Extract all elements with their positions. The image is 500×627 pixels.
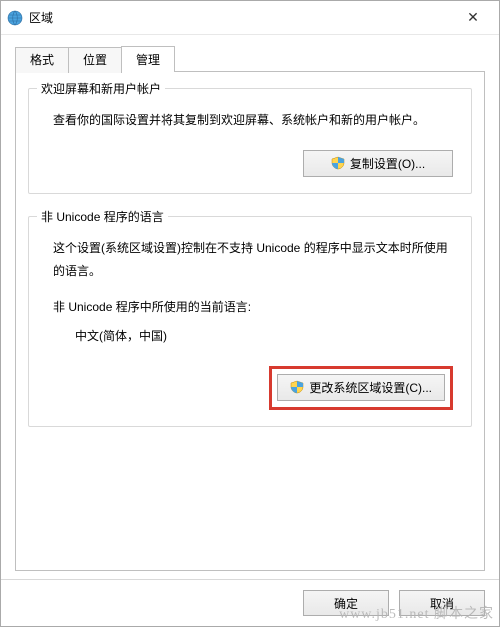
close-button[interactable]: ✕ [453, 4, 493, 32]
tab-location-label: 位置 [83, 53, 107, 67]
close-icon: ✕ [467, 9, 479, 26]
titlebar: 区域 ✕ [1, 1, 499, 35]
globe-icon [7, 10, 23, 26]
copy-settings-label: 复制设置(O)... [350, 155, 425, 172]
group-welcome: 欢迎屏幕和新用户帐户 查看你的国际设置并将其复制到欢迎屏幕、系统帐户和新的用户帐… [28, 88, 472, 194]
tabstrip: 格式 位置 管理 [15, 45, 485, 71]
ok-label: 确定 [334, 595, 358, 612]
group-nonunicode-body: 这个设置(系统区域设置)控制在不支持 Unicode 的程序中显示文本时所使用的… [41, 231, 459, 410]
window-title: 区域 [29, 9, 53, 26]
group-welcome-title: 欢迎屏幕和新用户帐户 [37, 80, 165, 97]
copy-settings-button[interactable]: 复制设置(O)... [303, 150, 453, 177]
dialog-footer: 确定 取消 [1, 579, 499, 626]
ok-button[interactable]: 确定 [303, 590, 389, 616]
tab-admin-label: 管理 [136, 53, 160, 67]
nonunicode-current-value: 中文(简体，中国) [53, 325, 453, 348]
tab-location[interactable]: 位置 [68, 47, 122, 73]
tab-format-label: 格式 [30, 53, 54, 67]
region-dialog: 区域 ✕ 格式 位置 管理 欢迎屏幕和新用户帐户 查看你的国际设置并将其复制到欢… [0, 0, 500, 627]
welcome-desc: 查看你的国际设置并将其复制到欢迎屏幕、系统帐户和新的用户帐户。 [53, 109, 453, 132]
change-system-locale-label: 更改系统区域设置(C)... [309, 379, 432, 396]
nonunicode-current-label: 非 Unicode 程序中所使用的当前语言: [53, 296, 453, 319]
tab-panel-admin: 欢迎屏幕和新用户帐户 查看你的国际设置并将其复制到欢迎屏幕、系统帐户和新的用户帐… [15, 71, 485, 571]
highlight-box: 更改系统区域设置(C)... [269, 366, 453, 410]
tab-format[interactable]: 格式 [15, 47, 69, 73]
cancel-label: 取消 [430, 595, 454, 612]
group-welcome-body: 查看你的国际设置并将其复制到欢迎屏幕、系统帐户和新的用户帐户。 复制设置(O).… [41, 103, 459, 177]
group-nonunicode: 非 Unicode 程序的语言 这个设置(系统区域设置)控制在不支持 Unico… [28, 216, 472, 427]
tab-admin[interactable]: 管理 [121, 46, 175, 72]
shield-icon [331, 156, 345, 170]
cancel-button[interactable]: 取消 [399, 590, 485, 616]
content-area: 格式 位置 管理 欢迎屏幕和新用户帐户 查看你的国际设置并将其复制到欢迎屏幕、系… [1, 35, 499, 579]
group-nonunicode-title: 非 Unicode 程序的语言 [37, 208, 168, 225]
change-system-locale-button[interactable]: 更改系统区域设置(C)... [277, 374, 445, 401]
nonunicode-desc: 这个设置(系统区域设置)控制在不支持 Unicode 的程序中显示文本时所使用的… [53, 237, 453, 283]
shield-icon [290, 380, 304, 394]
